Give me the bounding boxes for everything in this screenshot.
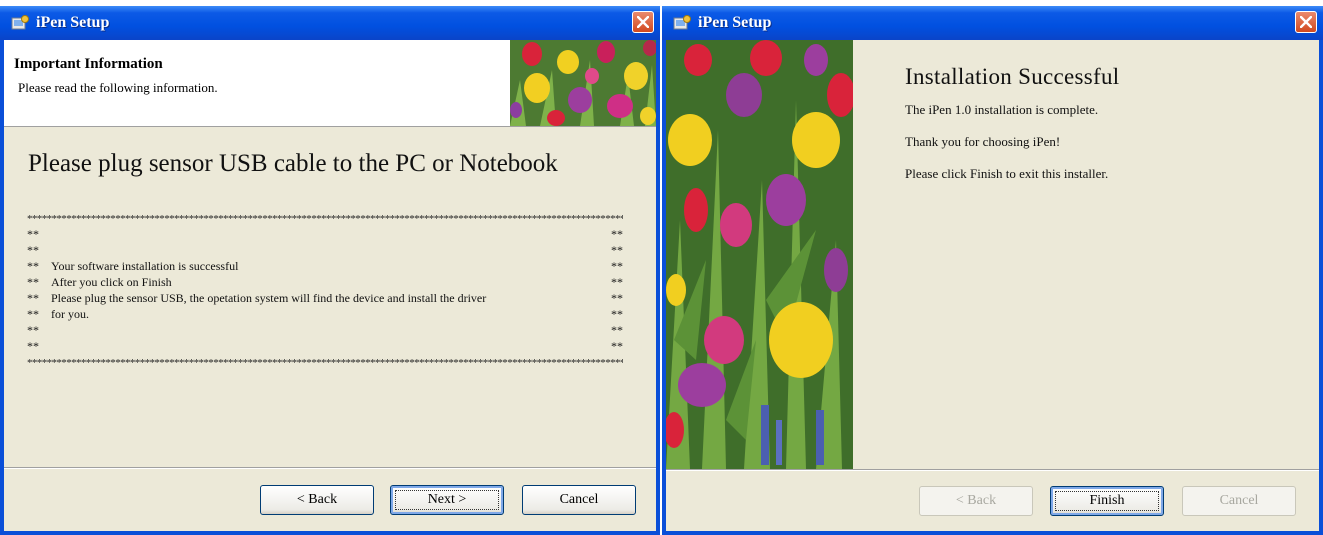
window-title: iPen Setup: [698, 14, 772, 31]
tulip-banner-image: [510, 40, 656, 126]
notice-edge: **: [611, 291, 623, 305]
notice-line: ** Please plug the sensor USB, the opeta…: [27, 292, 623, 305]
close-icon: [1300, 16, 1312, 28]
notice-line: ** Your software installation is success…: [27, 260, 623, 273]
installation-notice: ****************************************…: [27, 214, 623, 376]
setup-icon: [11, 15, 29, 30]
notice-line: ** **: [27, 340, 623, 353]
notice-line: ** for you. **: [27, 308, 623, 321]
finish-instruction-text: Please click Finish to exit this install…: [905, 166, 1109, 181]
finish-button[interactable]: Finish: [1050, 486, 1164, 516]
notice-edge: **: [27, 323, 39, 337]
setup-icon: [673, 15, 691, 30]
close-button[interactable]: [632, 11, 654, 33]
close-icon: [637, 16, 649, 28]
success-heading: Installation Successful: [905, 64, 1120, 89]
title-bar[interactable]: iPen Setup: [662, 6, 1323, 40]
notice-edge: **: [27, 291, 39, 305]
notice-text: Your software installation is successful: [51, 259, 239, 273]
header-subtitle: Please read the following information.: [18, 80, 218, 95]
notice-edge: **: [27, 307, 39, 321]
notice-edge: **: [611, 339, 623, 353]
thank-you-text: Thank you for choosing iPen!: [905, 134, 1061, 149]
notice-edge: **: [27, 243, 39, 257]
window-title: iPen Setup: [36, 14, 110, 31]
notice-text: for you.: [51, 307, 89, 321]
notice-line: ** **: [27, 244, 623, 257]
notice-edge: **: [611, 275, 623, 289]
notice-edge: **: [27, 259, 39, 273]
notice-edge: **: [27, 227, 39, 241]
notice-edge: **: [611, 227, 623, 241]
cancel-button[interactable]: Cancel: [522, 485, 636, 515]
setup-window-important-info: iPen Setup Important Information Please …: [0, 6, 660, 535]
notice-line: ** **: [27, 228, 623, 241]
cancel-button[interactable]: Cancel: [1182, 486, 1296, 516]
dialog-client-area: Installation Successful The iPen 1.0 ins…: [666, 40, 1319, 531]
title-bar[interactable]: iPen Setup: [0, 6, 660, 40]
dialog-client-area: Important Information Please read the fo…: [4, 40, 656, 531]
complete-text: The iPen 1.0 installation is complete.: [905, 102, 1099, 117]
setup-window-finished: iPen Setup Installation Successful The i…: [662, 6, 1323, 535]
wizard-header: Important Information Please read the fo…: [4, 40, 656, 127]
notice-edge: **: [27, 339, 39, 353]
plug-usb-message: Please plug sensor USB cable to the PC o…: [28, 150, 558, 177]
notice-line: ** After you click on Finish **: [27, 276, 623, 289]
close-button[interactable]: [1295, 11, 1317, 33]
back-button[interactable]: < Back: [260, 485, 374, 515]
notice-text: After you click on Finish: [51, 275, 172, 289]
notice-edge: **: [611, 243, 623, 257]
tulip-side-image: [666, 40, 853, 469]
notice-edge: **: [27, 275, 39, 289]
notice-edge: **: [611, 259, 623, 273]
notice-border-bottom: ****************************************…: [27, 358, 623, 368]
notice-edge: **: [611, 323, 623, 337]
button-area-divider: [666, 469, 1319, 471]
notice-line: ** **: [27, 324, 623, 337]
next-button[interactable]: Next >: [390, 485, 504, 515]
back-button[interactable]: < Back: [919, 486, 1033, 516]
notice-text: Please plug the sensor USB, the opetatio…: [51, 291, 487, 305]
header-title: Important Information: [14, 56, 163, 72]
notice-border-top: ****************************************…: [27, 214, 623, 224]
notice-edge: **: [611, 307, 623, 321]
button-area-divider: [4, 467, 656, 469]
